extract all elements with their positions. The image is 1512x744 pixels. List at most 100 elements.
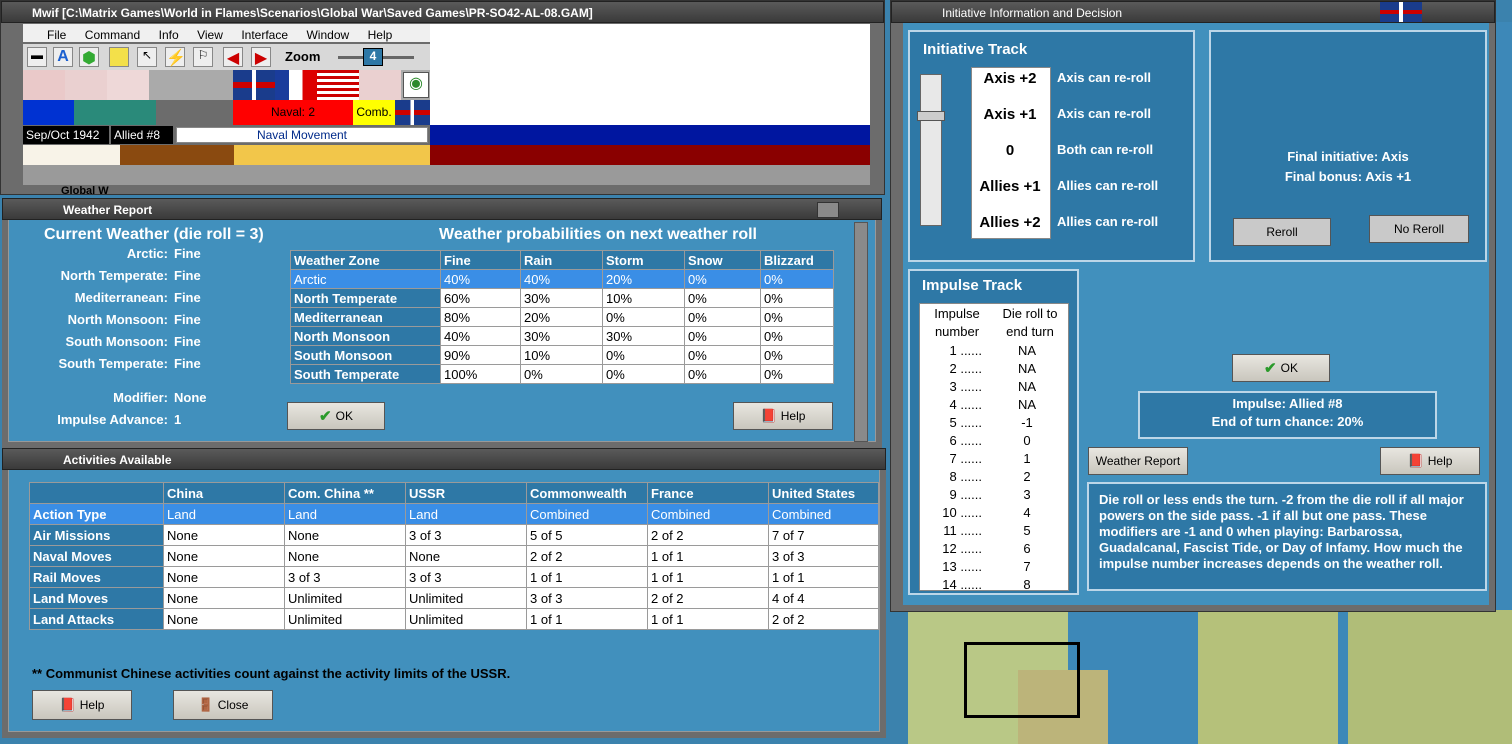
cell: None [284,524,406,546]
germany-flag-icon[interactable] [23,70,65,100]
cell: 14 ...... [942,576,982,592]
init-desc-0: Axis can re-roll [1057,70,1151,85]
weather-help-button[interactable]: 📕 Help [733,402,833,430]
table-row[interactable]: Mediterranean 80% 20% 0% 0% 0% [290,307,834,327]
font-icon[interactable]: A [53,47,73,67]
cell: 3 of 3 [405,524,527,546]
uk-flag-icon[interactable] [233,70,275,100]
menu-view[interactable]: View [197,28,223,42]
cell: 6 [1023,540,1031,556]
target-icon[interactable]: ◉ [403,72,429,98]
initiative-slider-thumb[interactable] [917,111,945,121]
weather-col-fine: Fine [440,250,521,270]
weather-report-label: Weather Report [1095,454,1181,468]
init-desc-4: Allies can re-roll [1057,214,1159,229]
reroll-label: Reroll [1266,225,1298,239]
activities-close-button[interactable]: 🚪 Close [173,690,273,720]
initiative-title: Initiative Information and Decision [942,6,1123,20]
initiative-ok-button[interactable]: ✔ OK [1232,354,1330,382]
cell: 30% [520,326,603,346]
cell: 5 of 5 [526,524,648,546]
usa-flag-icon[interactable] [317,70,359,100]
cell: Combined [647,503,769,525]
activities-col-blank [29,482,164,504]
table-row[interactable]: Air Missions None None 3 of 35 of 52 of 27 … [29,524,879,546]
activities-footnote: ** Communist Chinese activities count ag… [32,666,511,681]
hex-icon[interactable]: ⬢ [79,47,99,67]
china-flag-icon[interactable] [359,70,401,100]
reroll-button[interactable]: Reroll [1233,218,1331,246]
table-row[interactable]: Rail Moves None 3 of 33 of 31 of 11 of 11 … [29,566,879,588]
activities-col-com-china: Com. China ** [284,482,406,504]
cell: 3 [1023,486,1031,502]
table-row[interactable]: North Temperate 60% 30% 10% 0% 0% [290,288,834,308]
menu-window[interactable]: Window [306,28,349,42]
main-scroll-bottom[interactable] [23,165,870,185]
cell: 4 [1023,504,1031,520]
table-row[interactable]: South Temperate 100% 0% 0% 0% 0% [290,364,834,384]
france-flag-icon[interactable] [275,70,317,100]
map-area[interactable] [908,610,1512,744]
flag-icon[interactable]: ⚐ [193,47,213,67]
table-row: 7 ...... 1 [920,449,1068,467]
cell: None [163,545,285,567]
menu-info[interactable]: Info [159,28,179,42]
menu-command[interactable]: Command [85,28,140,42]
cell: NA [1017,360,1037,376]
weather-close-button[interactable] [817,202,839,218]
weather-titlebar[interactable]: Weather Report [2,198,882,220]
table-row[interactable]: Naval Moves None None None 2 of 21 of 13 of … [29,545,879,567]
tank-icon[interactable]: ▬ [27,47,47,67]
no-reroll-button[interactable]: No Reroll [1369,215,1469,243]
weather-ok-button[interactable]: ✔ OK [287,402,385,430]
weather-scrollbar[interactable] [854,222,868,442]
weather-report-button[interactable]: Weather Report [1088,447,1188,475]
zone-label-south-monsoon: South Monsoon: [65,334,168,349]
activities-close-label: Close [217,698,249,712]
impulse-col2-header: Die roll to end turn [1002,306,1058,339]
init-desc-2: Both can re-roll [1057,142,1154,157]
cell: 11 ...... [943,522,982,538]
cell: 30% [520,288,603,308]
menu-help[interactable]: Help [368,28,393,42]
initiative-help-button[interactable]: 📕 Help [1380,447,1480,475]
initiative-slider[interactable] [917,74,945,226]
japan-flag-icon[interactable] [107,70,149,100]
table-row[interactable]: Land Attacks None Unlimited Unlimited 1 of 1… [29,608,879,630]
initiative-titlebar[interactable]: Initiative Information and Decision [891,1,1495,23]
land-shape-3 [1198,610,1338,744]
arrow-left-icon[interactable]: ◀ [223,47,243,67]
unit-icon[interactable] [109,47,129,67]
table-row[interactable]: North Monsoon 40% 30% 30% 0% 0% [290,326,834,346]
initiative-window: Initiative Information and Decision Init… [890,0,1496,612]
menu-interface[interactable]: Interface [241,28,288,42]
cell: 3 of 3 [526,587,648,609]
table-row[interactable]: Action Type Land Land Land Combined Combined C… [29,503,879,525]
russia-band-blue [430,125,870,145]
cell: Land [163,503,285,525]
cell: 0% [760,307,834,327]
table-row[interactable]: South Monsoon 90% 10% 0% 0% 0% [290,345,834,365]
italy-flag-icon[interactable] [65,70,107,100]
main-window-titlebar[interactable]: Mwif [C:\Matrix Games\World in Flames\Sc… [1,1,884,23]
activities-titlebar[interactable]: Activities Available [2,448,886,470]
menu-file[interactable]: File [47,28,66,42]
table-row[interactable]: Land Moves None Unlimited Unlimited 3 of 32 … [29,587,879,609]
impulse-rows: 1 ...... NA 2 ...... NA 3 ...... NA 4 .....… [920,341,1068,593]
cell: 100% [440,364,521,384]
zoom-thumb[interactable]: 4 [363,48,383,66]
cell: 0% [760,364,834,384]
lightning-icon[interactable]: ⚡ [165,47,186,67]
activities-help-button[interactable]: 📕 Help [32,690,132,720]
zoom-label: Zoom [285,49,321,64]
activities-col-china: China [163,482,285,504]
cursor-icon[interactable]: ↖ [137,47,157,67]
table-row[interactable]: Arctic 40% 40% 20% 0% 0% [290,269,834,289]
cell: 0% [684,269,761,289]
weather-window: Weather Report Current Weather (die roll… [2,198,882,448]
zone-label-south-temperate: South Temperate: [58,356,168,371]
table-row: 8 ...... 2 [920,467,1068,485]
uk-flag-title-icon [1380,2,1422,22]
cell: 2 of 2 [647,524,769,546]
arrow-right-icon[interactable]: ▶ [251,47,271,67]
